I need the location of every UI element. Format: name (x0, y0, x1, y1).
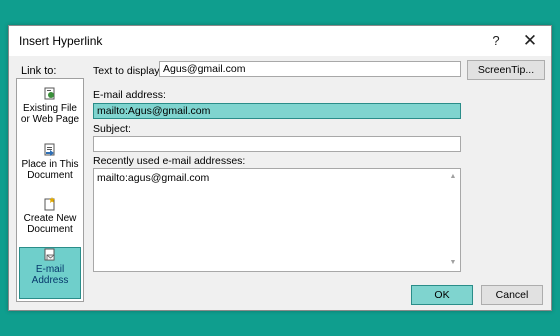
dialog-title: Insert Hyperlink (19, 34, 103, 48)
link-to-panel: Existing File or Web Page Place in This … (16, 78, 84, 302)
close-button[interactable]: ✕ (517, 30, 543, 52)
scroll-up-icon[interactable]: ▲ (446, 171, 460, 183)
link-to-existing-file-label: Existing File or Web Page (20, 103, 80, 125)
place-in-document-icon (44, 143, 55, 156)
subject-label: Subject: (93, 123, 131, 135)
text-to-display-label: Text to display: (93, 65, 163, 77)
existing-file-icon (44, 87, 55, 100)
recent-list-scrollbar[interactable]: ▲ ▼ (446, 169, 460, 271)
link-to-create-new-document[interactable]: Create New Document (19, 197, 81, 249)
text-to-display-input[interactable] (159, 61, 461, 77)
link-to-create-new-document-label: Create New Document (23, 213, 77, 235)
recent-address-item[interactable]: mailto:agus@gmail.com (97, 172, 209, 184)
ok-button[interactable]: OK (411, 285, 473, 305)
email-address-label: E-mail address: (93, 89, 166, 101)
scroll-down-icon[interactable]: ▼ (446, 257, 460, 269)
recent-addresses-list[interactable]: mailto:agus@gmail.com ▲ ▼ (93, 168, 461, 272)
title-bar: Insert Hyperlink ? ✕ (9, 26, 551, 56)
screentip-button[interactable]: ScreenTip... (467, 60, 545, 80)
link-to-label: Link to: (21, 65, 57, 77)
link-to-email-address-label: E-mail Address (31, 264, 69, 286)
email-address-input[interactable] (93, 103, 461, 119)
email-address-icon (44, 248, 55, 261)
recent-addresses-label: Recently used e-mail addresses: (93, 155, 246, 167)
help-button[interactable]: ? (483, 30, 509, 52)
link-to-email-address[interactable]: E-mail Address (19, 247, 81, 299)
cancel-button[interactable]: Cancel (481, 285, 543, 305)
link-to-place-in-document-label: Place in This Document (21, 159, 79, 181)
link-to-place-in-document[interactable]: Place in This Document (19, 143, 81, 195)
create-new-document-icon (44, 197, 55, 211)
subject-input[interactable] (93, 136, 461, 152)
insert-hyperlink-dialog: Insert Hyperlink ? ✕ Link to: Existing F… (8, 25, 552, 311)
link-to-existing-file[interactable]: Existing File or Web Page (19, 87, 81, 139)
